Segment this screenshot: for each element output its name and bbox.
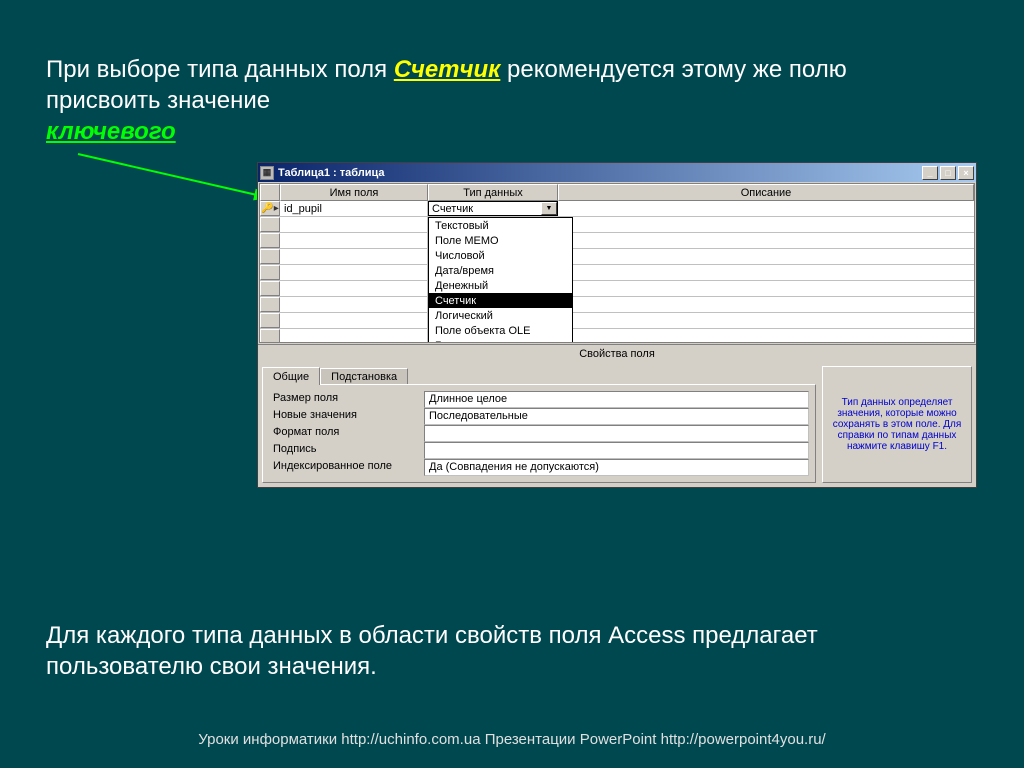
- data-type-dropdown[interactable]: ТекстовыйПоле МЕМОЧисловойДата/времяДене…: [428, 217, 573, 343]
- row-selector[interactable]: 🔑▸: [260, 201, 280, 216]
- dropdown-option[interactable]: Счетчик: [429, 293, 572, 308]
- table-icon: ▦: [260, 166, 274, 180]
- col-description[interactable]: Описание: [558, 184, 974, 201]
- description-cell[interactable]: [558, 201, 974, 216]
- col-data-type[interactable]: Тип данных: [428, 184, 558, 201]
- property-label: Индексированное поле: [269, 459, 424, 476]
- dropdown-option[interactable]: Текстовый: [429, 218, 572, 233]
- slide-text-bottom: Для каждого типа данных в области свойст…: [46, 620, 976, 682]
- emphasis-key: ключевого: [46, 118, 176, 145]
- arrow-annotation: [60, 148, 280, 204]
- footer-links: Уроки информатики http://uchinfo.com.ua …: [0, 731, 1024, 748]
- titlebar[interactable]: ▦ Таблица1 : таблица _ □ ×: [258, 163, 976, 182]
- primary-key-icon: 🔑▸: [261, 203, 278, 214]
- window-title: Таблица1 : таблица: [278, 167, 922, 179]
- property-row[interactable]: Индексированное полеДа (Совпадения не до…: [269, 459, 809, 476]
- row-selector-header: [260, 184, 280, 201]
- field-name-cell[interactable]: id_pupil: [280, 201, 428, 216]
- col-field-name[interactable]: Имя поля: [280, 184, 428, 201]
- property-label: Формат поля: [269, 425, 424, 442]
- emphasis-counter: Счетчик: [394, 56, 501, 83]
- properties-panel: Общие Подстановка Размер поляДлинное цел…: [258, 362, 976, 487]
- dropdown-option[interactable]: Дата/время: [429, 263, 572, 278]
- table-row[interactable]: 🔑▸ id_pupil Счетчик ▼: [260, 201, 974, 217]
- dropdown-option[interactable]: Поле МЕМО: [429, 233, 572, 248]
- table-row[interactable]: [260, 329, 974, 343]
- property-label: Новые значения: [269, 408, 424, 425]
- property-value[interactable]: Длинное целое: [424, 391, 809, 408]
- text-part-1: При выборе типа данных поля: [46, 56, 394, 83]
- property-row[interactable]: Формат поля: [269, 425, 809, 442]
- dropdown-option[interactable]: Денежный: [429, 278, 572, 293]
- data-type-cell[interactable]: Счетчик ▼: [428, 201, 558, 216]
- property-value[interactable]: [424, 442, 809, 459]
- tab-general[interactable]: Общие: [262, 367, 320, 385]
- help-text-panel: Тип данных определяет значения, которые …: [822, 366, 972, 483]
- field-properties-label: Свойства поля: [258, 344, 976, 362]
- grid-header-row: Имя поля Тип данных Описание: [260, 184, 974, 201]
- dropdown-option[interactable]: Числовой: [429, 248, 572, 263]
- property-row[interactable]: Размер поляДлинное целое: [269, 391, 809, 408]
- table-row[interactable]: [260, 217, 974, 233]
- property-row[interactable]: Новые значенияПоследовательные: [269, 408, 809, 425]
- tab-lookup[interactable]: Подстановка: [320, 368, 408, 384]
- dropdown-arrow-icon[interactable]: ▼: [541, 202, 557, 215]
- table-row[interactable]: [260, 281, 974, 297]
- close-button[interactable]: ×: [958, 166, 974, 180]
- property-label: Размер поля: [269, 391, 424, 408]
- property-row[interactable]: Подпись: [269, 442, 809, 459]
- dropdown-option[interactable]: Логический: [429, 308, 572, 323]
- table-row[interactable]: [260, 233, 974, 249]
- field-grid: Имя поля Тип данных Описание 🔑▸ id_pupil…: [259, 183, 975, 343]
- property-value[interactable]: Да (Совпадения не допускаются): [424, 459, 809, 476]
- table-row[interactable]: [260, 249, 974, 265]
- property-value[interactable]: Последовательные: [424, 408, 809, 425]
- property-value[interactable]: [424, 425, 809, 442]
- minimize-button[interactable]: _: [922, 166, 938, 180]
- table-row[interactable]: [260, 297, 974, 313]
- access-table-designer-window: ▦ Таблица1 : таблица _ □ × Имя поля Тип …: [257, 162, 977, 488]
- maximize-button[interactable]: □: [940, 166, 956, 180]
- slide-text-top: При выборе типа данных поля Счетчик реко…: [46, 54, 946, 148]
- table-row[interactable]: [260, 313, 974, 329]
- property-label: Подпись: [269, 442, 424, 459]
- properties-list: Размер поляДлинное целоеНовые значенияПо…: [262, 384, 816, 483]
- dropdown-option[interactable]: Поле объекта OLE: [429, 323, 572, 338]
- table-row[interactable]: [260, 265, 974, 281]
